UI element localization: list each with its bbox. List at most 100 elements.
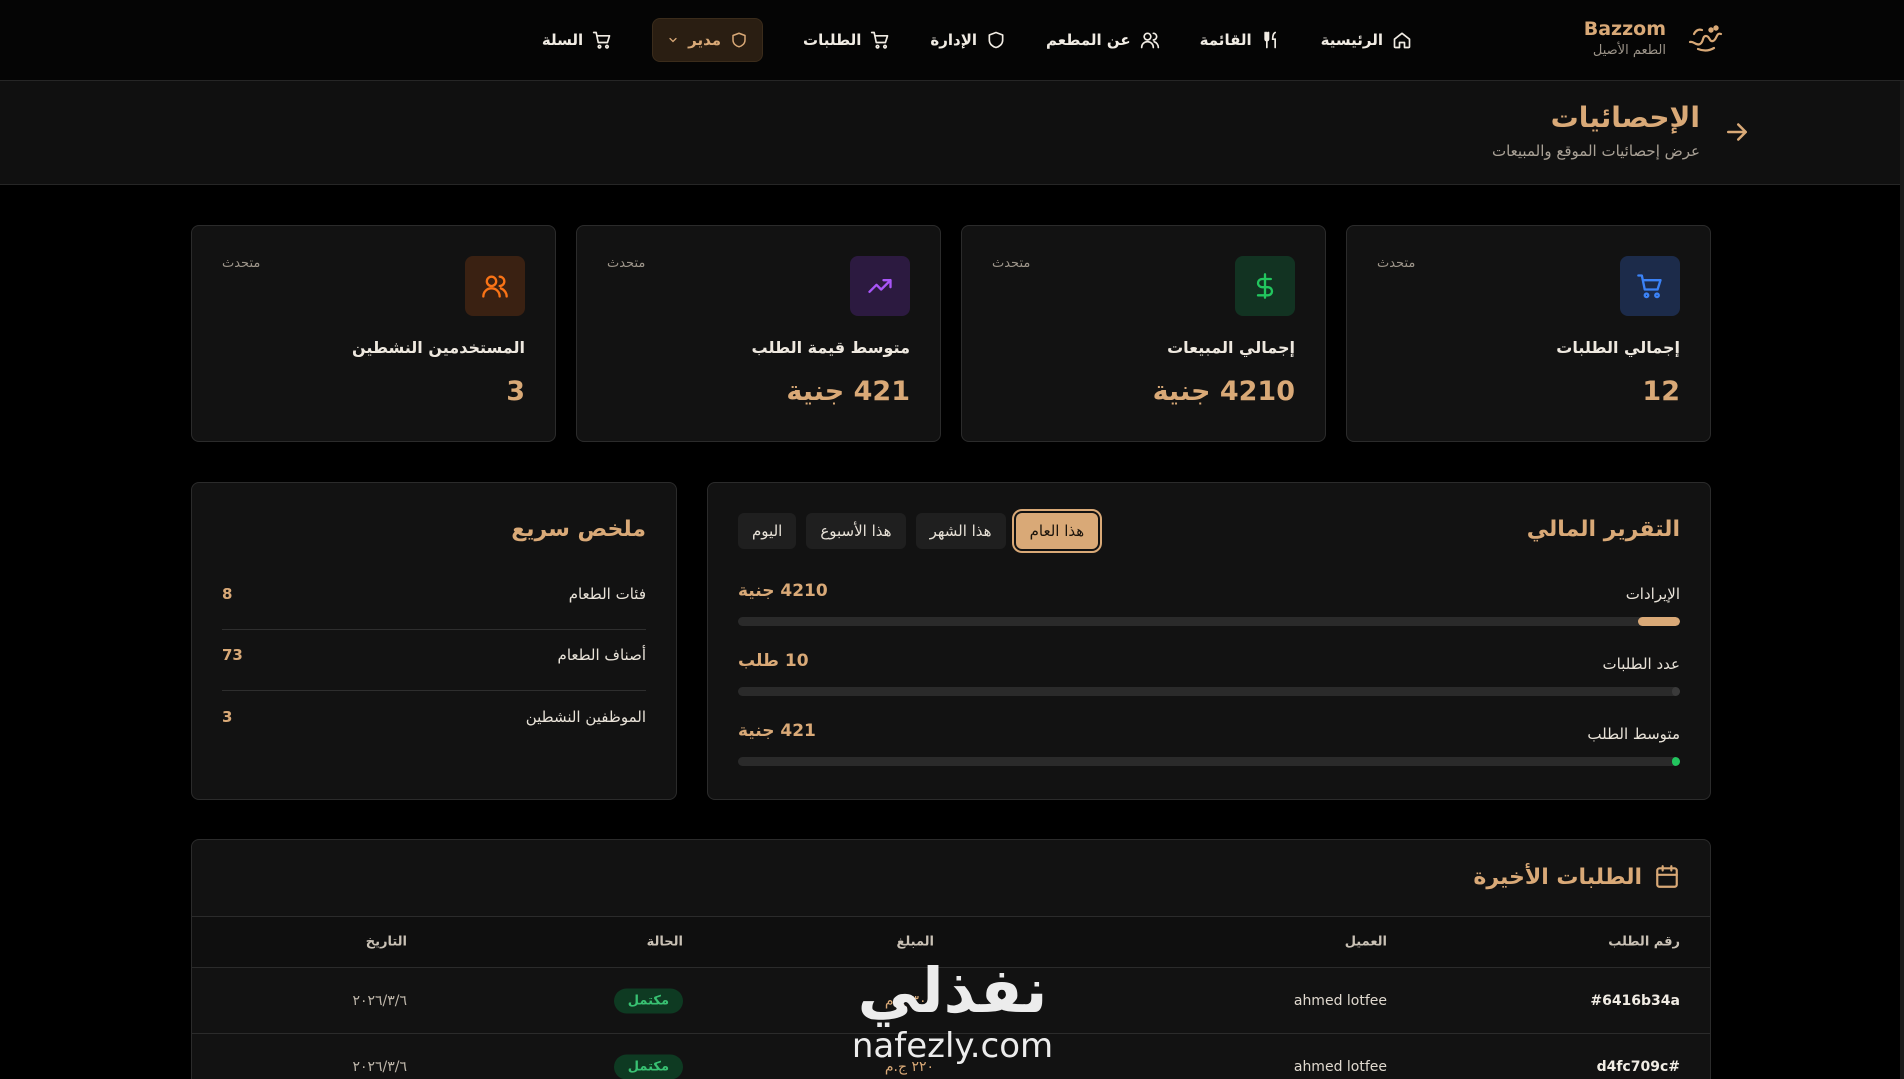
home-icon: [1393, 32, 1411, 49]
cart-icon: [1637, 274, 1662, 299]
trending-up-icon: [868, 279, 892, 293]
brand-tagline: الطعم الأصيل: [1592, 43, 1666, 58]
summary-row: فئات الطعام 8: [222, 569, 646, 630]
arrow-right-icon: [1727, 123, 1747, 141]
stat-icon-box: [465, 256, 525, 316]
nav-admin[interactable]: الإدارة: [930, 30, 1006, 50]
page-header: الإحصائيات عرض إحصائيات الموقع والمبيعات: [0, 81, 1904, 185]
stat-label: متوسط قيمة الطلب: [751, 338, 910, 357]
calendar-icon: [1656, 865, 1678, 888]
scrollbar[interactable]: [1900, 81, 1904, 1079]
summary-label: أصناف الطعام: [557, 646, 646, 664]
summary-value: 73: [222, 646, 243, 664]
table-header: رقم الطلب العميل المبلغ الحالة التاريخ: [192, 916, 1710, 968]
metric-order-count: عدد الطلبات 10 طلب: [738, 651, 1680, 707]
metric-value: 4210 جنية: [738, 581, 828, 601]
col-customer: العميل: [1344, 934, 1387, 950]
nav-home[interactable]: الرئيسية: [1321, 30, 1412, 50]
table-row[interactable]: #6416b34a ahmed lotfee ٣٠٥ ج.م مكتمل ٢٠٢…: [192, 968, 1710, 1034]
chevron-down-icon: [669, 37, 677, 43]
back-button[interactable]: [1722, 117, 1752, 147]
nav-menu[interactable]: القائمة: [1200, 30, 1281, 50]
order-id: #6416b34a: [1590, 992, 1680, 1009]
col-amount: المبلغ: [896, 934, 934, 950]
col-date: التاريخ: [365, 934, 407, 950]
nav-menu-label: القائمة: [1199, 31, 1252, 49]
utensils-icon: [1263, 31, 1276, 49]
period-tabs: اليوم هذا الأسبوع هذا الشهر هذا العام: [738, 509, 1103, 553]
stat-value: 421 جنية: [786, 376, 910, 407]
role-label: مدير: [688, 31, 722, 49]
stat-icon-box: [1620, 256, 1680, 316]
stat-icon-box: [1235, 256, 1295, 316]
progress-fill: [1672, 687, 1680, 696]
stat-status: متحدث: [992, 256, 1031, 271]
stat-value: 4210 جنية: [1152, 376, 1295, 407]
summary-label: الموظفين النشطين: [525, 707, 646, 726]
stat-icon-box: [850, 256, 910, 316]
top-navbar: Bazzom الطعم الأصيل الرئيسية القائمة عن …: [0, 0, 1904, 81]
nav-cart-label: السلة: [541, 31, 584, 49]
metric-revenue: الإيرادات 4210 جنية: [738, 581, 1680, 637]
brand[interactable]: Bazzom الطعم الأصيل: [1584, 16, 1728, 60]
stat-card-total-orders: متحدث إجمالي الطلبات 12: [1346, 225, 1711, 442]
metric-avg-order: متوسط الطلب 421 جنية: [738, 721, 1680, 777]
stat-card-total-sales: متحدث إجمالي المبيعات 4210 جنية: [961, 225, 1326, 442]
progress-bar: [738, 757, 1680, 766]
users-icon: [1140, 32, 1159, 49]
summary-value: 3: [222, 707, 233, 726]
stat-label: إجمالي الطلبات: [1556, 338, 1680, 357]
nav-admin-label: الإدارة: [930, 31, 978, 49]
stat-label: المستخدمين النشطين: [351, 338, 525, 357]
main-nav: الرئيسية القائمة عن المطعم الإدارة الطلب…: [542, 18, 1412, 62]
nav-orders-label: الطلبات: [803, 31, 862, 49]
stat-value: 12: [1642, 376, 1680, 407]
order-customer: ahmed lotfee: [1293, 1058, 1387, 1075]
table-row[interactable]: #d4fc709c ahmed lotfee ٢٢٠ ج.م مكتمل ٢٠٢…: [192, 1034, 1710, 1079]
dollar-icon: [1256, 273, 1274, 299]
shield-icon: [732, 32, 746, 48]
progress-bar: [738, 687, 1680, 696]
recent-orders: الطلبات الأخيرة رقم الطلب العميل المبلغ …: [191, 839, 1711, 1079]
stat-card-avg-order: متحدث متوسط قيمة الطلب 421 جنية: [576, 225, 941, 442]
nav-home-label: الرئيسية: [1320, 31, 1383, 49]
order-amount: ٣٠٥ ج.م: [884, 992, 934, 1009]
tab-this-year[interactable]: هذا العام: [1011, 509, 1103, 553]
users-icon: [482, 275, 508, 298]
metric-value: 10 طلب: [738, 651, 809, 671]
progress-bar: [738, 617, 1680, 626]
brand-logo-icon: [1684, 16, 1728, 60]
page-title: الإحصائيات: [1550, 101, 1700, 134]
progress-fill: [1672, 757, 1680, 766]
order-date: ٢٠٢٦/٣/٦: [352, 1058, 407, 1075]
status-badge: مكتمل: [613, 1054, 683, 1079]
summary-label: فئات الطعام: [568, 585, 646, 603]
metric-label: متوسط الطلب: [1587, 725, 1680, 743]
role-dropdown[interactable]: مدير: [652, 18, 764, 62]
quick-summary: ملخص سريع فئات الطعام 8 أصناف الطعام 73 …: [191, 482, 677, 800]
stats-row: متحدث إجمالي الطلبات 12 متحدث إجمالي الم…: [191, 225, 1711, 442]
summary-row: الموظفين النشطين 3: [222, 691, 646, 752]
metric-label: الإيرادات: [1625, 585, 1680, 603]
brand-name: Bazzom: [1583, 18, 1666, 40]
tab-today[interactable]: اليوم: [738, 513, 797, 549]
tab-this-week[interactable]: هذا الأسبوع: [806, 513, 906, 549]
order-amount: ٢٢٠ ج.م: [884, 1058, 934, 1075]
stat-card-active-users: متحدث المستخدمين النشطين 3: [191, 225, 556, 442]
nav-about[interactable]: عن المطعم: [1046, 30, 1160, 50]
stat-status: متحدث: [222, 256, 261, 271]
stat-value: 3: [506, 376, 525, 407]
nav-orders[interactable]: الطلبات: [803, 30, 890, 50]
stat-status: متحدث: [607, 256, 646, 271]
summary-value: 8: [222, 585, 233, 603]
shield-icon: [988, 31, 1004, 49]
tab-this-month[interactable]: هذا الشهر: [915, 513, 1006, 549]
metric-value: 421 جنية: [738, 721, 816, 741]
col-order-id: رقم الطلب: [1608, 934, 1680, 950]
stat-status: متحدث: [1377, 256, 1416, 271]
nav-cart[interactable]: السلة: [542, 30, 612, 50]
cart-icon: [592, 31, 611, 49]
order-id: #d4fc709c: [1596, 1058, 1680, 1075]
order-date: ٢٠٢٦/٣/٦: [352, 992, 407, 1009]
financial-report-title: التقرير المالي: [1526, 517, 1680, 542]
